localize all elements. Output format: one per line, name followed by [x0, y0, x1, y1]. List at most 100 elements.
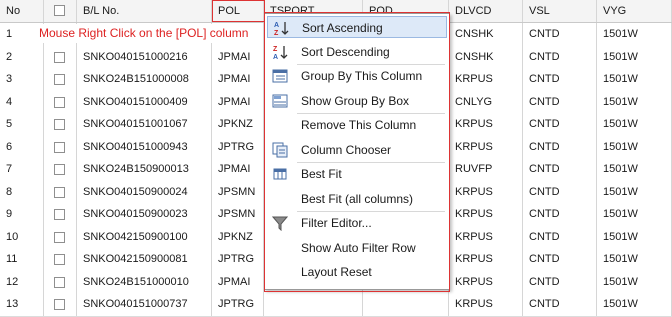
table-cell: 1501W	[597, 203, 672, 226]
column-header-dlvcd[interactable]: DLVCD	[449, 0, 523, 22]
table-cell: SNKO042150900100	[77, 225, 212, 249]
table-cell: 1501W	[597, 23, 672, 46]
menu-item-label: Group By This Column	[301, 69, 423, 83]
table-cell: RUVFP	[449, 158, 523, 181]
table-cell: SNKO040151000409	[77, 90, 212, 114]
table-cell: JPMAI	[212, 45, 264, 69]
table-cell: 1501W	[597, 113, 672, 136]
column-header-no[interactable]: No	[0, 0, 44, 22]
table-cell: KRPUS	[449, 180, 523, 204]
menu-item-show-auto-filter-row[interactable]: Show Auto Filter Row	[267, 237, 447, 259]
table-cell: KRPUS	[449, 225, 523, 249]
menu-item-group-by-this-column[interactable]: Group By This Column	[267, 65, 447, 87]
menu-item-label: Layout Reset	[301, 265, 372, 279]
svg-text:Z: Z	[273, 46, 278, 53]
row-checkbox[interactable]	[54, 141, 65, 153]
menu-item-remove-this-column[interactable]: Remove This Column	[267, 114, 447, 136]
row-checkbox[interactable]	[54, 276, 65, 288]
table-cell: 7	[0, 158, 44, 181]
table-cell: CNTD	[523, 23, 597, 46]
svg-text:A: A	[274, 22, 279, 29]
table-cell: JPMAI	[212, 90, 264, 114]
table-cell: JPKNZ	[212, 225, 264, 249]
menu-item-sort-descending[interactable]: Z A Sort Descending	[267, 41, 447, 63]
table-cell: CNTD	[523, 135, 597, 159]
table-cell: JPMAI	[212, 68, 264, 91]
group-by-icon	[272, 68, 288, 84]
table-cell: CNTD	[523, 203, 597, 226]
table-cell: CNSHK	[449, 45, 523, 69]
menu-item-label: Sort Descending	[301, 44, 390, 59]
table-cell: KRPUS	[449, 270, 523, 294]
pol-column-highlight	[212, 0, 265, 22]
table-cell: SNKO042150900081	[77, 248, 212, 271]
table-cell: 10	[0, 225, 44, 249]
table-cell: 13	[0, 293, 44, 316]
row-checkbox[interactable]	[54, 254, 65, 265]
menu-item-label: Filter Editor...	[301, 216, 372, 230]
row-checkbox[interactable]	[54, 231, 65, 243]
table-cell: KRPUS	[449, 68, 523, 91]
table-cell: CNLYG	[449, 90, 523, 114]
table-cell: JPMAI	[212, 158, 264, 181]
menu-item-sort-ascending[interactable]: A Z Sort Ascending	[267, 16, 447, 38]
table-cell: KRPUS	[449, 293, 523, 316]
table-cell: 9	[0, 203, 44, 226]
table-cell	[264, 293, 363, 316]
table-cell: 11	[0, 248, 44, 271]
table-cell: 1501W	[597, 270, 672, 294]
column-header-vyg[interactable]: VYG	[597, 0, 672, 22]
row-checkbox[interactable]	[54, 299, 65, 310]
column-header-b-l-no-[interactable]: B/L No.	[77, 0, 212, 22]
instruction-hint: Mouse Right Click on the [POL] column	[35, 24, 253, 43]
row-checkbox[interactable]	[54, 209, 65, 220]
row-checkbox[interactable]	[54, 119, 65, 130]
table-cell: 1501W	[597, 248, 672, 271]
menu-item-label: Show Auto Filter Row	[301, 240, 416, 255]
table-cell: CNTD	[523, 225, 597, 249]
table-cell: SNKO040151000737	[77, 293, 212, 316]
table-cell: CNTD	[523, 248, 597, 271]
table-cell: CNTD	[523, 293, 597, 316]
best-fit-icon	[272, 166, 288, 182]
table-cell: 1501W	[597, 158, 672, 181]
row-checkbox[interactable]	[54, 51, 65, 63]
table-cell: KRPUS	[449, 113, 523, 136]
sort-descending-icon: ZA	[272, 44, 288, 61]
row-checkbox[interactable]	[54, 96, 65, 108]
select-all-checkbox[interactable]	[54, 5, 65, 16]
table-cell: CNTD	[523, 180, 597, 204]
table-cell: JPTRG	[212, 135, 264, 159]
menu-item-show-group-by-box[interactable]: Show Group By Box	[267, 90, 447, 112]
menu-item-best-fit[interactable]: Best Fit	[267, 163, 447, 185]
row-checkbox[interactable]	[54, 164, 65, 175]
table-cell: JPKNZ	[212, 113, 264, 136]
menu-item-layout-reset[interactable]: Layout Reset	[267, 261, 447, 283]
table-cell: JPTRG	[212, 293, 264, 316]
row-checkbox[interactable]	[54, 74, 65, 85]
menu-item-column-chooser[interactable]: Column Chooser	[267, 139, 447, 161]
table-cell: SNKO24B151000010	[77, 270, 212, 294]
table-cell: 1501W	[597, 45, 672, 69]
column-header-vsl[interactable]: VSL	[523, 0, 597, 22]
table-cell: JPSMN	[212, 203, 264, 226]
table-cell: CNTD	[523, 90, 597, 114]
menu-item-label: Show Group By Box	[301, 93, 410, 108]
table-cell: 1501W	[597, 90, 672, 114]
table-cell: SNKO040151001067	[77, 113, 212, 136]
table-cell: 6	[0, 135, 44, 159]
table-cell: 4	[0, 90, 44, 114]
table-cell: 2	[0, 45, 44, 69]
menu-item-filter-editor[interactable]: Filter Editor...	[267, 212, 447, 234]
menu-item-best-fit-all-columns[interactable]: Best Fit (all columns)	[267, 188, 447, 210]
row-checkbox[interactable]	[54, 186, 65, 198]
svg-text:Z: Z	[274, 30, 279, 36]
table-cell: 1501W	[597, 225, 672, 249]
table-cell: CNSHK	[449, 23, 523, 46]
table-cell: CNTD	[523, 113, 597, 136]
table-cell: JPSMN	[212, 180, 264, 204]
menu-item-label: Remove This Column	[301, 118, 417, 132]
table-cell: JPTRG	[212, 248, 264, 271]
table-row[interactable]: 13 SNKO040151000737 JPTRG KRPUS CNTD 1501W	[0, 293, 672, 317]
table-cell: KRPUS	[449, 135, 523, 159]
